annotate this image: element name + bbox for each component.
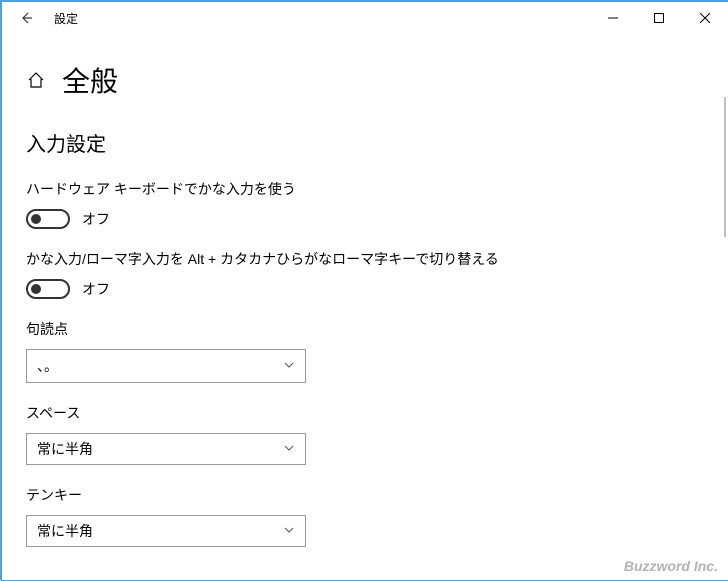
select-value: 常に半角 <box>37 521 93 541</box>
setting-punctuation: 句読点 、。 <box>26 319 704 383</box>
close-icon <box>700 13 710 23</box>
window-title: 設定 <box>54 10 78 27</box>
maximize-icon <box>654 13 664 23</box>
minimize-icon <box>608 13 618 23</box>
page-header: 全般 <box>26 60 704 100</box>
arrow-left-icon <box>19 11 33 25</box>
select-value: 常に半角 <box>37 439 93 459</box>
setting-label: 句読点 <box>26 319 704 339</box>
setting-space: スペース 常に半角 <box>26 403 704 465</box>
scrollbar[interactable] <box>724 97 726 237</box>
page-title: 全般 <box>62 60 118 100</box>
toggle-state-text: オフ <box>82 279 110 299</box>
section-title-input: 入力設定 <box>26 128 704 157</box>
setting-label: ハードウェア キーボードでかな入力を使う <box>26 179 704 199</box>
setting-kana-hw: ハードウェア キーボードでかな入力を使う オフ <box>26 179 704 229</box>
setting-kana-romaji-switch: かな入力/ローマ字入力を Alt + カタカナひらがなローマ字キーで切り替える … <box>26 249 704 299</box>
toggle-knob <box>31 214 41 224</box>
maximize-button[interactable] <box>636 2 682 34</box>
chevron-down-icon <box>283 523 295 539</box>
setting-label: スペース <box>26 403 704 423</box>
minimize-button[interactable] <box>590 2 636 34</box>
setting-label: かな入力/ローマ字入力を Alt + カタカナひらがなローマ字キーで切り替える <box>26 249 704 269</box>
setting-label: テンキー <box>26 485 704 505</box>
chevron-down-icon <box>283 358 295 374</box>
setting-tenkey: テンキー 常に半角 <box>26 485 704 547</box>
select-value: 、。 <box>37 356 58 376</box>
toggle-kana-romaji-switch[interactable] <box>26 279 70 299</box>
select-space[interactable]: 常に半角 <box>26 433 306 465</box>
toggle-knob <box>31 284 41 294</box>
toggle-state-text: オフ <box>82 209 110 229</box>
content-area: 全般 入力設定 ハードウェア キーボードでかな入力を使う オフ かな入力/ローマ… <box>2 34 728 580</box>
watermark: Buzzword Inc. <box>624 558 718 574</box>
window-controls <box>590 2 728 34</box>
close-button[interactable] <box>682 2 728 34</box>
select-punctuation[interactable]: 、。 <box>26 349 306 383</box>
back-button[interactable] <box>10 2 42 34</box>
chevron-down-icon <box>283 441 295 457</box>
home-button[interactable] <box>26 70 46 90</box>
home-icon <box>27 71 45 89</box>
select-tenkey[interactable]: 常に半角 <box>26 515 306 547</box>
toggle-kana-hw[interactable] <box>26 209 70 229</box>
